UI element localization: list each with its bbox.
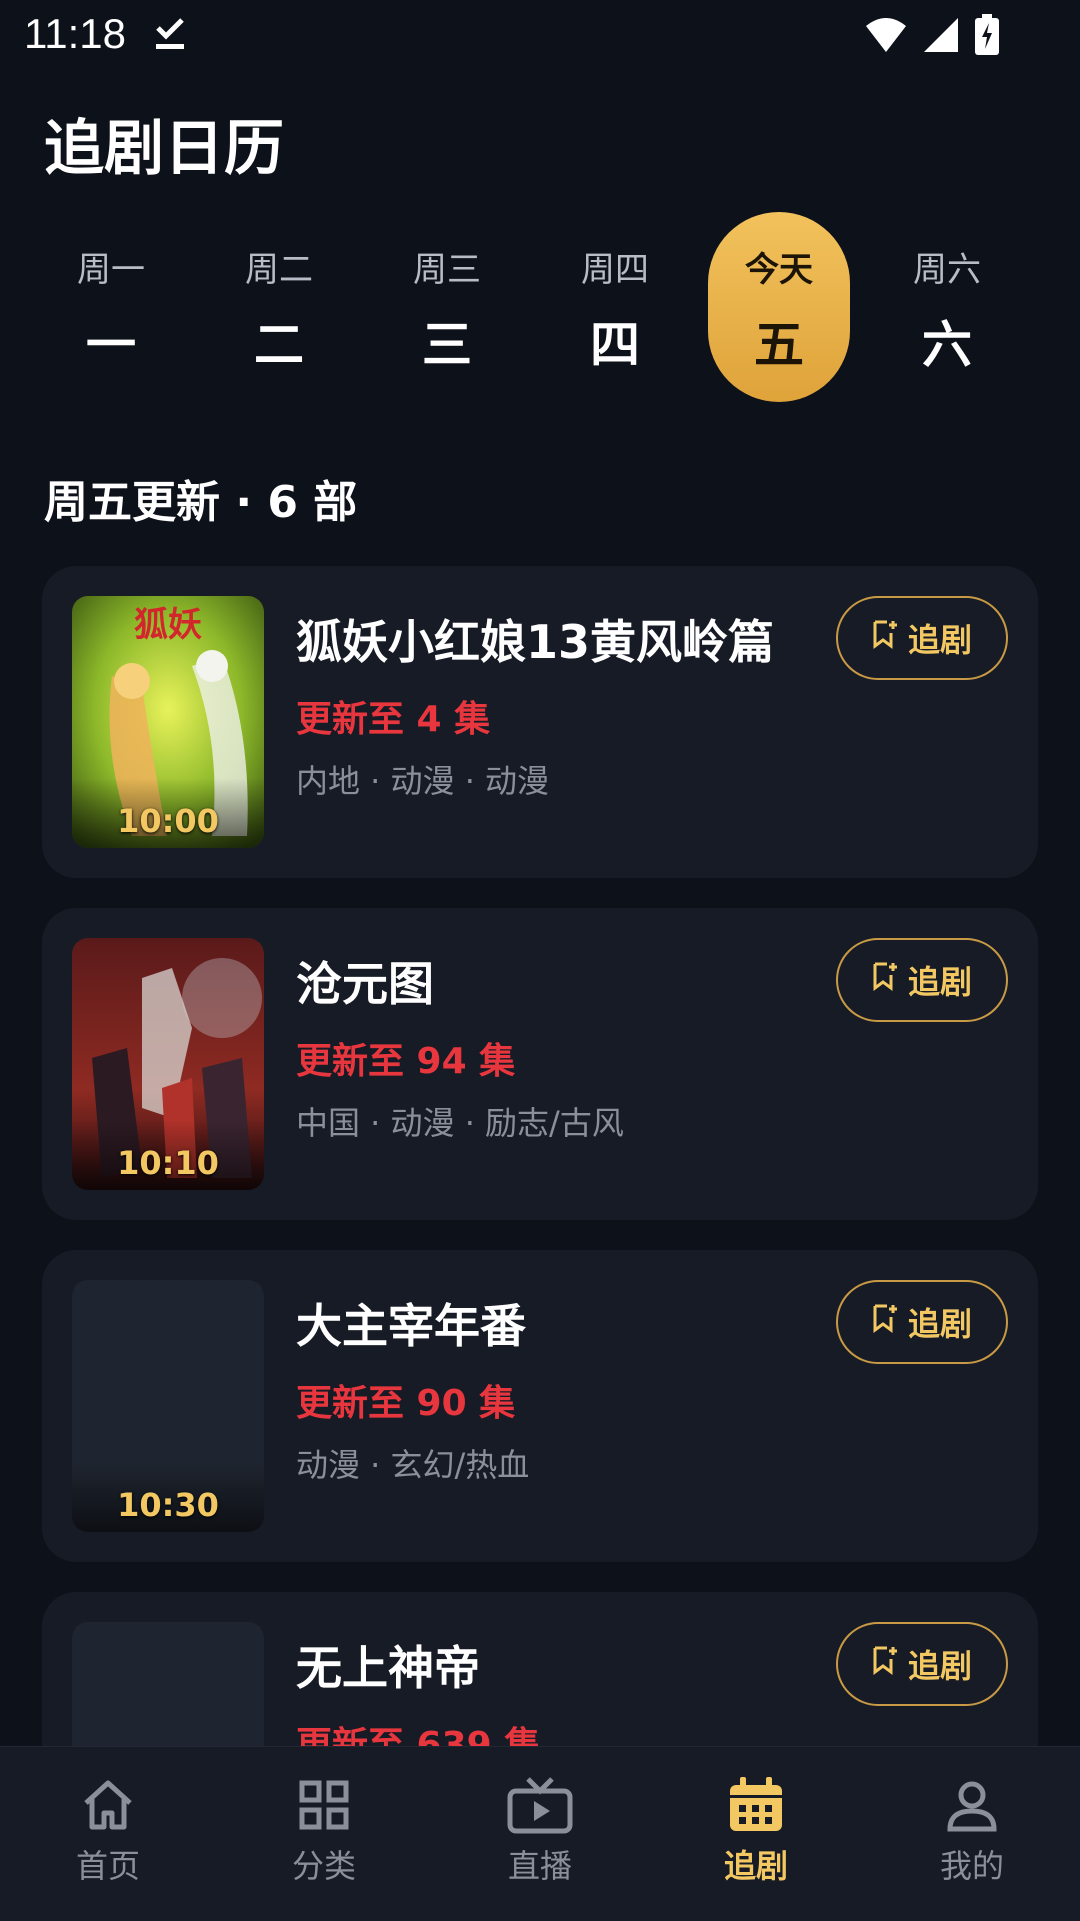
- download-done-icon: [152, 14, 188, 58]
- day-name: 周六: [913, 250, 981, 290]
- nav-item-home[interactable]: 首页: [38, 1775, 178, 1887]
- show-poster[interactable]: [72, 1622, 264, 1746]
- bookmark-add-icon: [872, 961, 898, 999]
- day-number: 四: [590, 316, 640, 374]
- bottom-navigation: 首页 分类 直播 追剧 我的: [0, 1746, 1080, 1921]
- nav-item-schedule[interactable]: 追剧: [686, 1775, 826, 1887]
- follow-button[interactable]: 追剧: [836, 596, 1008, 680]
- wifi-icon: [864, 16, 908, 58]
- day-tab-today[interactable]: 今天 五: [708, 212, 850, 402]
- bookmark-add-icon: [872, 1645, 898, 1683]
- show-card[interactable]: 无上神帝 更新至 639 集 追剧: [42, 1592, 1038, 1746]
- follow-button[interactable]: 追剧: [836, 1280, 1008, 1364]
- show-update-status: 更新至 94 集: [296, 1041, 516, 1082]
- show-title[interactable]: 无上神帝: [296, 1632, 480, 1698]
- day-name: 周二: [245, 250, 313, 290]
- week-day-selector: 周一 一 周二 二 周三 三 周四 四 今天 五 周六 六: [40, 212, 1040, 402]
- grid-icon: [254, 1775, 394, 1835]
- nav-item-profile[interactable]: 我的: [902, 1775, 1042, 1887]
- show-card[interactable]: 10:30 大主宰年番 更新至 90 集 动漫 · 玄幻/热血 追剧: [42, 1250, 1038, 1562]
- day-tab-wednesday[interactable]: 周三 三: [376, 212, 518, 402]
- nav-label: 我的: [939, 1847, 1004, 1885]
- show-air-time: 10:30: [117, 1486, 219, 1524]
- show-air-time: 10:00: [117, 802, 219, 840]
- show-update-status: 更新至 639 集: [296, 1725, 541, 1746]
- section-title: 周五更新 · 6 部: [44, 477, 358, 528]
- follow-label: 追剧: [907, 963, 972, 1001]
- page-title: 追剧日历: [44, 114, 284, 184]
- user-icon: [902, 1775, 1042, 1835]
- home-icon: [38, 1775, 178, 1835]
- show-update-status: 更新至 4 集: [296, 699, 491, 740]
- show-poster[interactable]: 10:30: [72, 1280, 264, 1532]
- nav-label: 追剧: [723, 1847, 788, 1885]
- day-number: 二: [254, 316, 304, 374]
- day-number: 一: [86, 316, 136, 374]
- signal-icon: [922, 16, 960, 58]
- show-list[interactable]: 狐妖 10:00 狐妖小红娘13黄风岭篇 更新至 4 集 内地 · 动漫 · 动…: [42, 566, 1038, 1746]
- bookmark-add-icon: [872, 1303, 898, 1341]
- show-update-status: 更新至 90 集: [296, 1383, 516, 1424]
- follow-label: 追剧: [907, 621, 972, 659]
- show-air-time: 10:10: [117, 1144, 219, 1182]
- day-number: 三: [422, 316, 472, 374]
- day-name: 周一: [77, 250, 145, 290]
- day-name: 周四: [581, 250, 649, 290]
- day-name: 今天: [745, 250, 813, 290]
- follow-button[interactable]: 追剧: [836, 938, 1008, 1022]
- nav-label: 分类: [291, 1847, 356, 1885]
- follow-button[interactable]: 追剧: [836, 1622, 1008, 1706]
- day-number: 六: [922, 316, 972, 374]
- day-tab-monday[interactable]: 周一 一: [40, 212, 182, 402]
- show-poster[interactable]: 10:10: [72, 938, 264, 1190]
- show-title[interactable]: 狐妖小红娘13黄风岭篇: [296, 606, 774, 672]
- day-tab-saturday[interactable]: 周六 六: [876, 212, 1018, 402]
- show-poster[interactable]: 狐妖 10:00: [72, 596, 264, 848]
- show-meta: 动漫 · 玄幻/热血: [296, 1446, 530, 1484]
- show-meta: 中国 · 动漫 · 励志/古风: [296, 1104, 624, 1142]
- status-time: 11:18: [24, 10, 126, 57]
- battery-charging-icon: [974, 14, 1000, 60]
- day-tab-thursday[interactable]: 周四 四: [544, 212, 686, 402]
- day-tab-tuesday[interactable]: 周二 二: [208, 212, 350, 402]
- follow-label: 追剧: [907, 1305, 972, 1343]
- bookmark-add-icon: [872, 619, 898, 657]
- svg-text:狐妖: 狐妖: [134, 605, 202, 645]
- day-name: 周三: [413, 250, 481, 290]
- show-title[interactable]: 大主宰年番: [296, 1290, 526, 1356]
- show-card[interactable]: 狐妖 10:00 狐妖小红娘13黄风岭篇 更新至 4 集 内地 · 动漫 · 动…: [42, 566, 1038, 878]
- day-number: 五: [754, 316, 804, 374]
- follow-label: 追剧: [907, 1647, 972, 1685]
- show-meta: 内地 · 动漫 · 动漫: [296, 762, 550, 800]
- nav-item-live[interactable]: 直播: [470, 1775, 610, 1887]
- status-bar: 11:18: [0, 0, 1080, 72]
- calendar-icon: [686, 1775, 826, 1835]
- tv-icon: [470, 1775, 610, 1835]
- show-title[interactable]: 沧元图: [296, 948, 434, 1014]
- nav-item-category[interactable]: 分类: [254, 1775, 394, 1887]
- nav-label: 首页: [75, 1847, 140, 1885]
- show-card[interactable]: 10:10 沧元图 更新至 94 集 中国 · 动漫 · 励志/古风 追剧: [42, 908, 1038, 1220]
- nav-label: 直播: [507, 1847, 572, 1885]
